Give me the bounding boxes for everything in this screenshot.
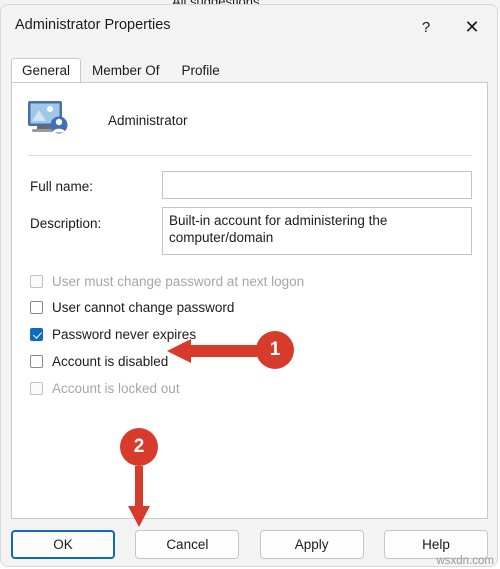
annotation-arrow-1 [165,339,257,363]
tab-member-of[interactable]: Member Of [81,58,171,83]
account-header: Administrator [26,97,188,143]
checkbox-account-is-locked-out [30,382,43,395]
checkbox-password-never-expires [30,328,43,341]
checkbox-label-account-is-disabled: Account is disabled [52,354,169,369]
annotation-arrow-2 [127,466,151,528]
checkbox-label-user-must-change-password: User must change password at next logon [52,274,305,289]
user-account-icon [26,97,76,143]
checkbox-user-cannot-change-password [30,301,43,314]
administrator-properties-dialog: Administrator Properties ? ✕ General Mem… [0,4,498,567]
tab-bar: General Member Of Profile [11,55,231,83]
checkbox-user-must-change-password [30,275,43,288]
tab-general[interactable]: General [11,58,82,83]
checkbox-row-user-cannot-change-password[interactable]: User cannot change password [30,300,234,315]
description-label: Description: [30,216,102,231]
dialog-button-bar: OK Cancel Apply Help [11,530,488,559]
help-glyph: ? [421,18,431,36]
apply-button[interactable]: Apply [259,530,364,559]
help-icon[interactable]: ? [403,7,449,47]
watermark: wsxdn.com [436,555,494,567]
dialog-title: Administrator Properties [15,17,171,33]
general-tab-panel: Administrator Full name: Description: Bu… [11,82,488,519]
section-divider [28,155,472,156]
description-input[interactable]: Built-in account for administering the c… [162,207,472,255]
close-glyph: ✕ [464,17,480,37]
checkbox-account-is-disabled [30,355,43,368]
full-name-input[interactable] [162,171,472,199]
checkbox-row-account-is-disabled[interactable]: Account is disabled [30,354,168,369]
dialog-titlebar: Administrator Properties ? ✕ [1,5,497,49]
ok-button[interactable]: OK [11,530,115,559]
checkbox-label-account-is-locked-out: Account is locked out [52,381,180,396]
checkbox-row-user-must-change-password[interactable]: User must change password at next logon [30,274,304,289]
checkbox-row-account-is-locked-out[interactable]: Account is locked out [30,381,180,396]
annotation-badge-1: 1 [256,331,294,369]
cancel-button[interactable]: Cancel [135,530,240,559]
tab-profile[interactable]: Profile [171,58,231,83]
account-name: Administrator [108,112,188,128]
close-icon[interactable]: ✕ [449,7,495,47]
annotation-badge-2: 2 [120,428,158,466]
checkbox-label-user-cannot-change-password: User cannot change password [52,300,235,315]
full-name-label: Full name: [30,179,94,194]
